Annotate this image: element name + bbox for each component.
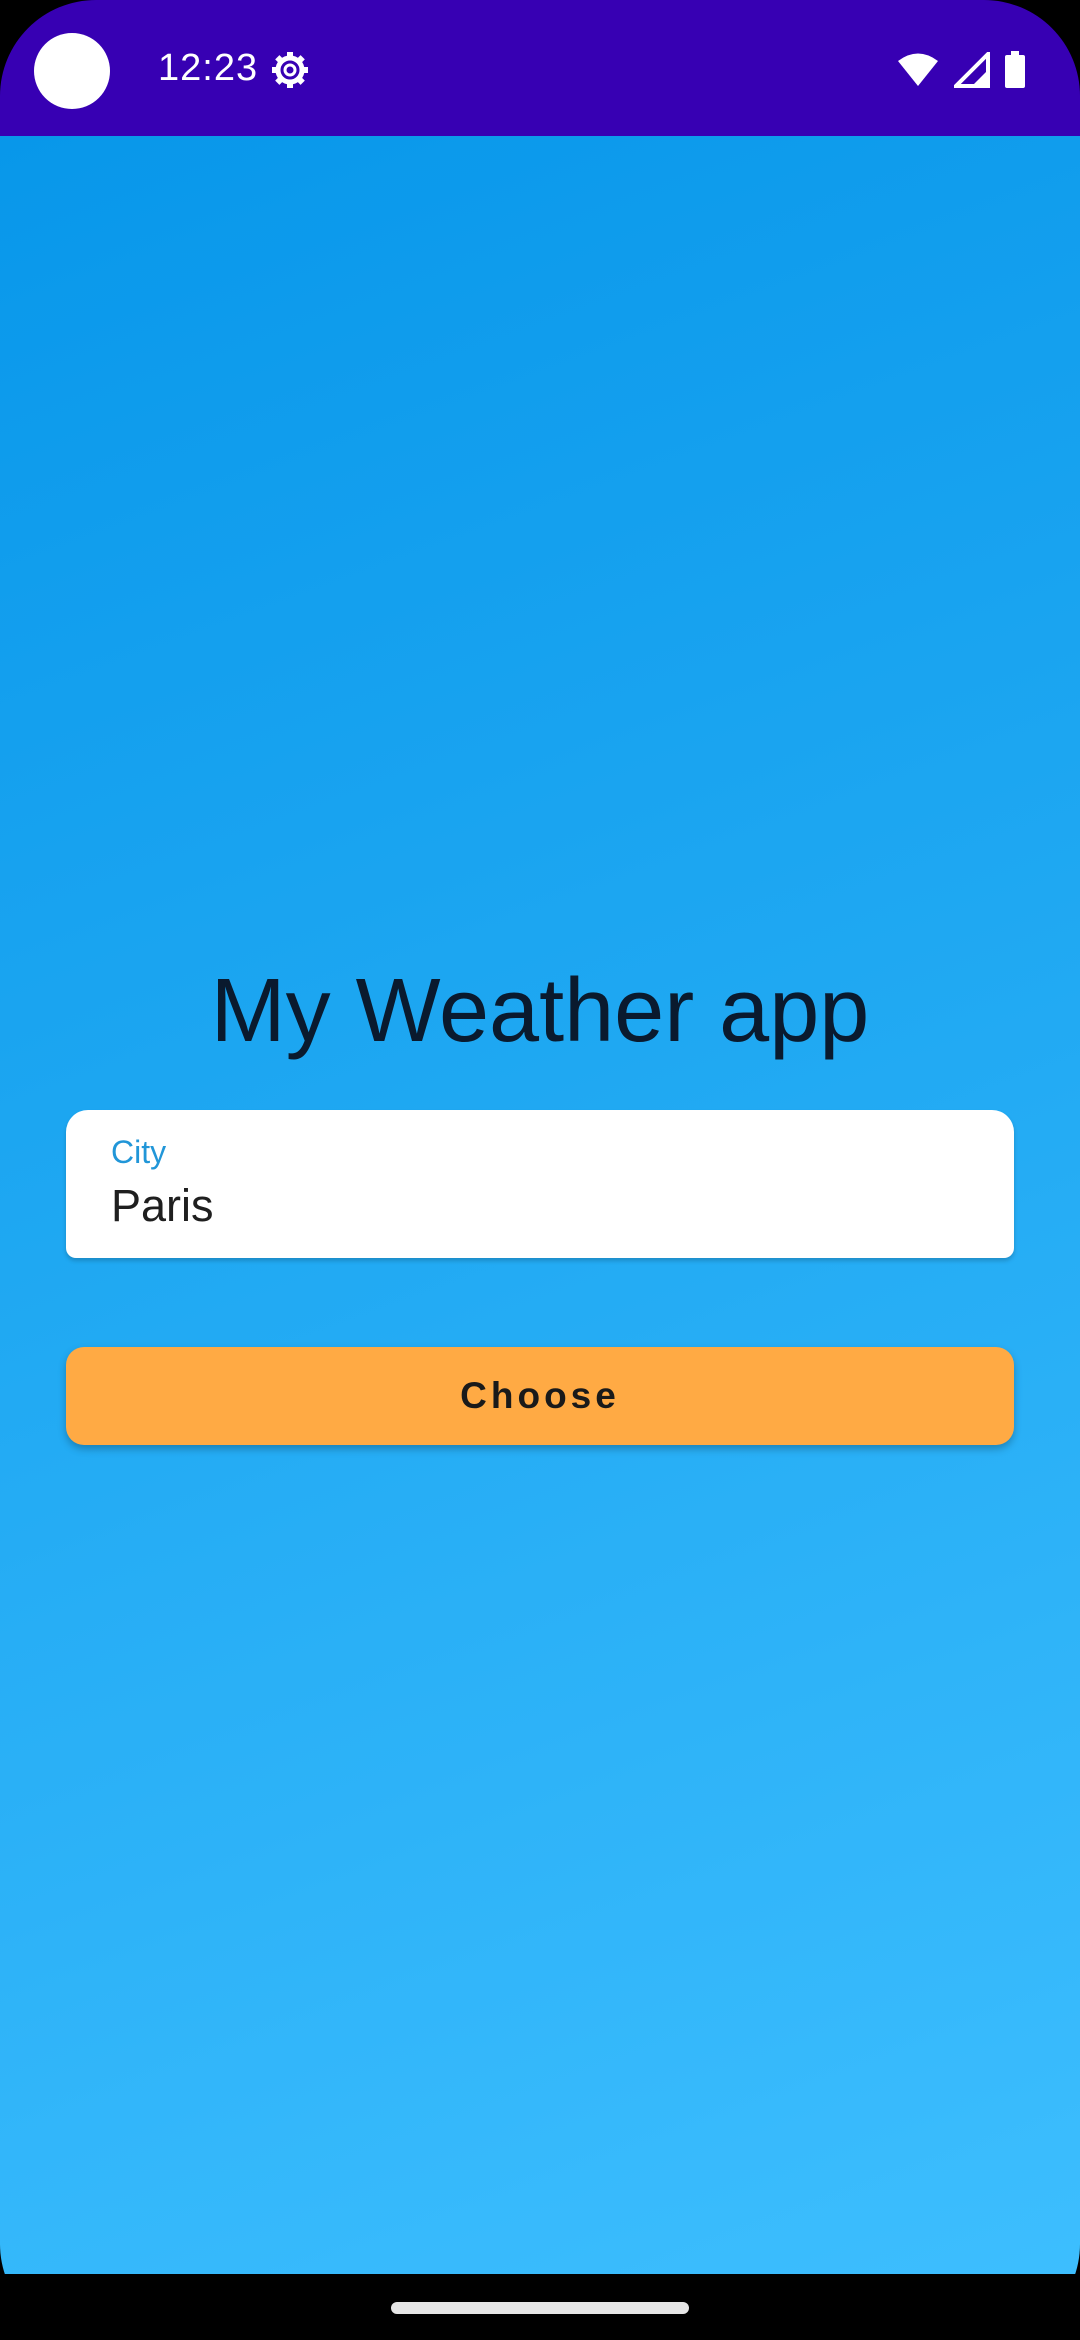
camera-cutout <box>34 33 110 109</box>
settings-gear-icon <box>272 52 308 88</box>
main-content: My Weather app City Choose <box>0 136 1080 2274</box>
app-title: My Weather app <box>210 961 870 1061</box>
phone-screen: 12:23 My Weather app City Paris Choose <box>0 0 1080 2340</box>
battery-icon <box>1005 51 1025 88</box>
status-icons <box>896 50 1026 90</box>
navigation-bar <box>0 2274 1080 2340</box>
wifi-icon <box>898 53 938 86</box>
city-field-label: City <box>111 1134 167 1170</box>
status-time: 12:23 <box>158 47 259 89</box>
home-gesture-handle[interactable] <box>391 2302 689 2314</box>
cellular-signal-icon <box>954 52 990 88</box>
city-input[interactable] <box>111 1178 971 1234</box>
choose-button[interactable]: Choose <box>66 1347 1014 1445</box>
city-field[interactable]: City <box>66 1110 1014 1258</box>
status-bar: 12:23 <box>0 0 1080 136</box>
